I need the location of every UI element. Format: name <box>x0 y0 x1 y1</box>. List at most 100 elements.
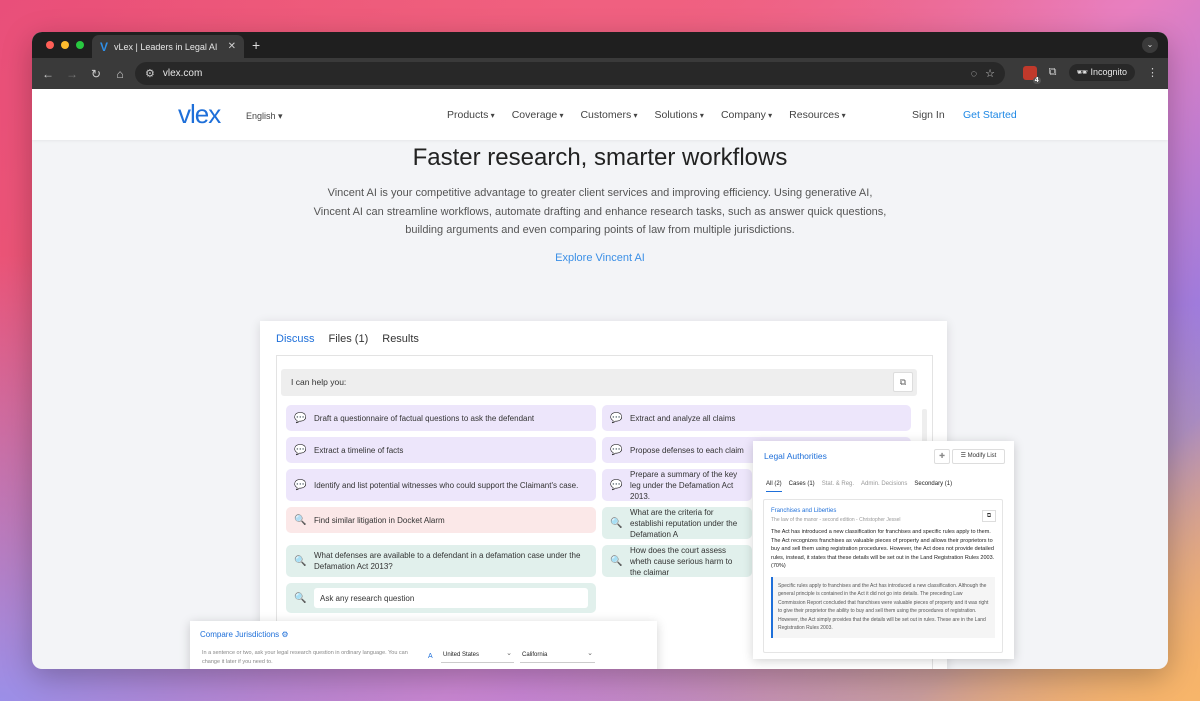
help-text: I can help you: <box>291 377 347 387</box>
chat-bubble-icon: 💬 <box>610 412 623 424</box>
chip-label: What are the criteria for establishi rep… <box>630 507 738 539</box>
incognito-label: Incognito <box>1090 67 1127 77</box>
tab-title: vLex | Leaders in Legal AI <box>114 41 218 52</box>
chip-label: Extract a timeline of facts <box>314 445 404 455</box>
search-icon: 🔍 <box>294 592 307 604</box>
panel-tabs: Discuss Files (1) Results <box>276 333 419 345</box>
chip-label: Find similar litigation in Docket Alarm <box>314 515 445 525</box>
explore-vincent-link[interactable]: Explore Vincent AI <box>32 252 1168 264</box>
suggestion-chip[interactable]: 🔍 Find similar litigation in Docket Alarm <box>286 507 596 533</box>
suggestion-chip[interactable]: 💬 Prepare a summary of the key leg under … <box>602 469 752 501</box>
menu-solutions[interactable]: Solutions <box>654 109 703 121</box>
compare-description: In a sentence or two, ask your legal res… <box>202 650 408 665</box>
toolbar-right: 4 ⧉ 🕶 Incognito ⋮ <box>1022 64 1158 84</box>
chat-bubble-icon: 💬 <box>294 479 307 491</box>
incognito-indicator[interactable]: 🕶 Incognito <box>1068 64 1135 81</box>
result-source: The law of the manor - second edition - … <box>771 517 901 523</box>
compare-title: Compare Jurisdictions ⚙ <box>200 630 289 639</box>
result-title-link[interactable]: Franchises and Liberties <box>771 508 995 514</box>
eye-off-icon[interactable]: ◌ <box>971 68 978 80</box>
browser-toolbar: ← → ↻ ⌂ ⚙ vlex.com ◌ ☆ 4 ⧉ 🕶 Incognito ⋮ <box>32 58 1168 89</box>
chat-bubble-icon: 💬 <box>294 444 307 456</box>
address-bar[interactable]: ⚙ vlex.com ◌ ☆ <box>135 62 1005 85</box>
browser-menu-icon[interactable]: ⋮ <box>1147 66 1158 79</box>
settings-icon[interactable]: ⚙ <box>281 630 288 639</box>
menu-products[interactable]: Products <box>447 109 495 121</box>
chip-label: Identify and list potential witnesses wh… <box>314 480 579 490</box>
ask-chip: 🔍 Ask any research question <box>286 583 596 613</box>
window-controls <box>46 41 84 49</box>
ask-question-input[interactable]: Ask any research question <box>314 588 588 608</box>
extensions-puzzle-icon[interactable]: ⧉ <box>1049 66 1057 79</box>
menu-customers[interactable]: Customers <box>580 109 637 121</box>
chip-label: What defenses are available to a defenda… <box>314 551 581 571</box>
forward-arrow-icon[interactable]: → <box>60 67 84 81</box>
search-icon: 🔍 <box>610 555 623 567</box>
reload-icon[interactable]: ↻ <box>84 67 108 81</box>
extension-icon[interactable]: 4 <box>1022 65 1041 84</box>
legal-authorities-title: Legal Authorities <box>764 451 827 461</box>
copy-icon[interactable]: ⧉ <box>893 372 913 392</box>
legal-result-card: Franchises and Liberties The law of the … <box>763 499 1003 653</box>
browser-window: V vLex | Leaders in Legal AI ✕ + ⌄ ← → ↻… <box>32 32 1168 669</box>
legal-tab-all[interactable]: All (2) <box>766 481 782 492</box>
sign-in-link[interactable]: Sign In <box>912 109 945 121</box>
result-quote: Specific rules apply to franchises and t… <box>771 576 995 638</box>
legal-tab-cases[interactable]: Cases (1) <box>789 481 815 492</box>
get-started-link[interactable]: Get Started <box>963 109 1017 121</box>
back-arrow-icon[interactable]: ← <box>36 67 60 81</box>
tab-bar: V vLex | Leaders in Legal AI ✕ + ⌄ <box>32 32 1168 58</box>
menu-coverage[interactable]: Coverage <box>512 109 564 121</box>
suggestion-chip[interactable]: 💬 Extract and analyze all claims <box>602 405 911 431</box>
extension-badge: 4 <box>1032 76 1041 84</box>
modify-list-button[interactable]: ☰ Modify List <box>952 449 1005 464</box>
language-label: English <box>246 111 276 121</box>
legal-tab-secondary[interactable]: Secondary (1) <box>914 481 952 492</box>
vlex-favicon-icon: V <box>100 39 109 54</box>
browser-tab[interactable]: V vLex | Leaders in Legal AI ✕ <box>92 35 244 58</box>
tab-files[interactable]: Files (1) <box>329 333 369 345</box>
home-icon[interactable]: ⌂ <box>108 67 132 81</box>
maximize-window-button[interactable] <box>76 41 84 49</box>
suggestion-chip[interactable]: 🔍 How does the court assess wheth cause s… <box>602 545 752 577</box>
chat-bubble-icon: 💬 <box>610 479 623 491</box>
language-selector[interactable]: English ▾ <box>246 111 283 122</box>
vlex-logo[interactable]: vlex <box>178 99 221 130</box>
minimize-window-button[interactable] <box>61 41 69 49</box>
suggestion-chip[interactable]: 💬 Identify and list potential witnesses w… <box>286 469 596 501</box>
new-tab-icon[interactable]: + <box>252 37 260 53</box>
bookmark-star-icon[interactable]: ☆ <box>985 67 995 80</box>
suggestion-chip[interactable]: 🔍 What are the criteria for establishi re… <box>602 507 752 539</box>
tab-results[interactable]: Results <box>382 333 419 345</box>
suggestion-chip[interactable]: 💬 Draft a questionnaire of factual questi… <box>286 405 596 431</box>
suggestion-chip[interactable]: 🔍 What defenses are available to a defend… <box>286 545 596 577</box>
chip-label: How does the court assess wheth cause se… <box>630 545 733 577</box>
legal-tab-stat-reg[interactable]: Stat. & Reg. <box>822 481 854 492</box>
tab-discuss[interactable]: Discuss <box>276 333 315 345</box>
hero-section: Faster research, smarter workflows Vince… <box>32 144 1168 264</box>
country-select[interactable]: United States <box>441 649 514 663</box>
modify-list-label: Modify List <box>967 453 997 459</box>
chip-label: Propose defenses to each claim <box>630 445 744 455</box>
search-icon: 🔍 <box>610 517 623 529</box>
menu-resources[interactable]: Resources <box>789 109 845 121</box>
suggestion-chip[interactable]: 💬 Extract a timeline of facts <box>286 437 596 463</box>
compare-jurisdictions-card: Compare Jurisdictions ⚙ In a sentence or… <box>190 621 657 669</box>
chat-bubble-icon: 💬 <box>294 412 307 424</box>
state-select[interactable]: California <box>520 649 595 663</box>
tab-search-chevron-icon[interactable]: ⌄ <box>1142 37 1158 53</box>
close-tab-icon[interactable]: ✕ <box>228 41 236 52</box>
url-text: vlex.com <box>162 68 203 79</box>
search-icon: 🔍 <box>294 555 307 567</box>
legal-tab-admin[interactable]: Admin. Decisions <box>861 481 907 492</box>
site-settings-icon[interactable]: ⚙ <box>145 67 155 80</box>
copy-icon[interactable]: ⧉ <box>982 510 996 522</box>
row-label: A <box>428 653 433 660</box>
close-window-button[interactable] <box>46 41 54 49</box>
menu-company[interactable]: Company <box>721 109 772 121</box>
main-menu: Products Coverage Customers Solutions Co… <box>447 109 846 121</box>
pin-icon[interactable]: ✚ <box>934 449 950 464</box>
chip-label: Draft a questionnaire of factual questio… <box>314 413 535 423</box>
hero-description: Vincent AI is your competitive advantage… <box>313 187 887 236</box>
chip-label: Extract and analyze all claims <box>630 413 736 423</box>
